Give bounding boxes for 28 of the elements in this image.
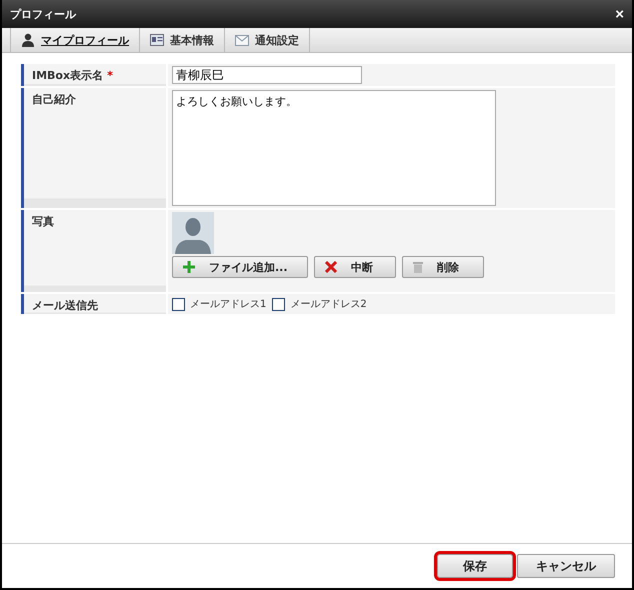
upload-control-button[interactable]: 削除 [402,256,484,278]
checkbox[interactable] [172,298,185,310]
text-area[interactable]: よろしくお願いします。 [172,90,496,206]
tab[interactable]: マイプロフィール [10,28,140,52]
upload-control-button[interactable]: ファイル追加... [172,256,308,278]
card-icon [150,34,164,46]
upload-control-button[interactable]: 中断 [314,256,396,278]
close-button[interactable]: × [615,6,624,22]
checkbox-label: メールアドレス2 [290,298,367,311]
window-title: プロフィール [10,6,76,22]
required-mark: * [107,69,113,82]
envelope-icon [235,34,249,46]
field-label: メール送信先 [32,299,98,312]
field-label: 自己紹介 [32,93,76,106]
tab[interactable]: 通知設定 [225,28,310,52]
plus-icon [183,261,195,273]
avatar-placeholder-icon [172,212,214,254]
trash-icon [413,261,423,273]
tab[interactable]: 基本情報 [140,28,225,52]
save-button[interactable]: 保存 [437,554,513,578]
cross-icon [325,261,337,273]
input-field[interactable]: 青柳辰巳 [172,66,362,84]
field-label: IMBox表示名 [32,69,104,82]
field-label: 写真 [32,215,54,228]
person-icon [21,33,35,47]
cancel-button[interactable]: キャンセル [517,554,615,578]
checkbox[interactable] [272,298,286,310]
checkbox-label: メールアドレス1 [190,298,266,311]
